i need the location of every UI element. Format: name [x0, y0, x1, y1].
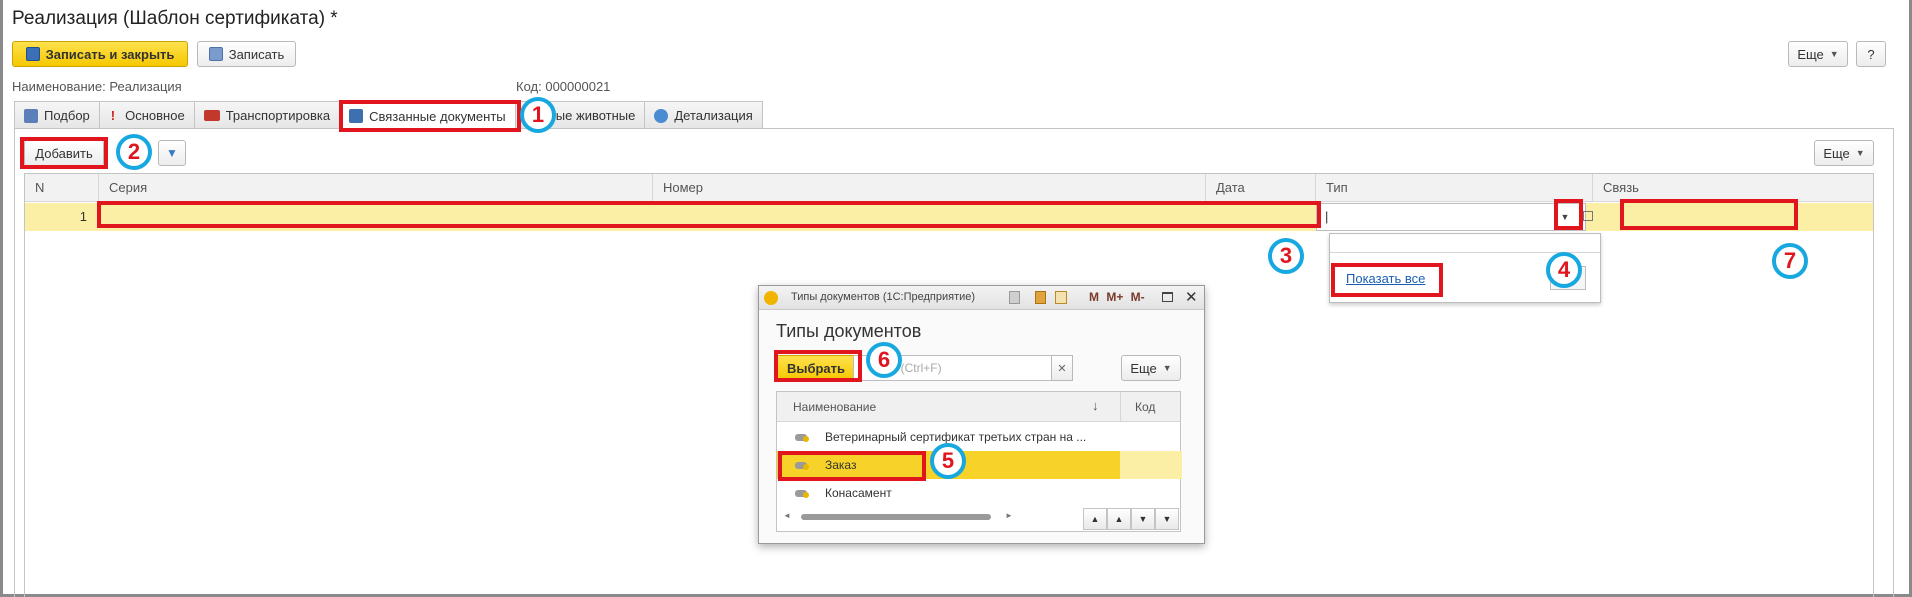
memory-buttons[interactable]: M M+ M-: [1089, 290, 1145, 304]
type-input[interactable]: | ▼: [1316, 203, 1593, 231]
callout-badge-6: 6: [866, 342, 902, 378]
column-header-number[interactable]: Номер: [653, 174, 1206, 202]
code-cell: [1120, 451, 1182, 479]
tab-transport[interactable]: Транспортировка: [193, 101, 341, 129]
row-number: 1: [79, 209, 87, 224]
catalog-item-icon: [795, 490, 809, 498]
name-field: Наименование: Реализация: [12, 79, 182, 94]
scroll-up-button[interactable]: ▲: [1107, 508, 1131, 530]
close-icon[interactable]: ✕: [1185, 288, 1198, 306]
list-item[interactable]: Ветеринарный сертификат третьих стран на…: [777, 423, 1180, 451]
panel-more-button[interactable]: Еще ▼: [1814, 140, 1874, 166]
sort-icon: ↓: [1092, 398, 1099, 413]
callout-badge-1: 1: [520, 97, 556, 133]
callout-badge-5: 5: [930, 443, 966, 479]
scroll-down-icon: ▼: [1138, 514, 1148, 524]
scroll-bottom-icon: ▼: [1162, 514, 1172, 524]
dialog-more-button[interactable]: Еще ▼: [1121, 355, 1181, 381]
save-and-close-button[interactable]: Записать и закрыть: [12, 41, 188, 67]
truck-icon: [203, 110, 220, 121]
clipboard-icon[interactable]: [1009, 291, 1020, 304]
app-1c-icon: [764, 291, 778, 305]
column-header-type[interactable]: Тип: [1316, 174, 1593, 202]
save-button[interactable]: Записать: [197, 41, 296, 67]
callout-badge-2: 2: [116, 134, 152, 170]
chevron-down-icon: ▼: [1829, 49, 1839, 59]
window-title: Реализация (Шаблон сертификата) *: [12, 8, 338, 29]
highlight-box-select-button: [774, 350, 862, 382]
table-header: N Серия Номер Дата Тип Связь: [25, 174, 1873, 202]
help-button[interactable]: ?: [1856, 41, 1886, 67]
picker-icon: [24, 108, 38, 123]
scroll-left-icon[interactable]: ◄: [783, 511, 791, 520]
column-header-code[interactable]: Код: [1135, 400, 1155, 414]
document-types-dialog: Типы документов (1С:Предприятие) M M+ M-…: [758, 285, 1205, 544]
column-header-name[interactable]: Наименование: [793, 400, 876, 414]
highlight-box-order-item: [778, 451, 926, 481]
list-header: Наименование ↓ Код: [777, 392, 1180, 422]
scroll-thumb[interactable]: [801, 514, 991, 520]
highlight-box-link-cell: [1620, 199, 1798, 230]
exclamation-icon: !: [110, 108, 116, 123]
tab-picker[interactable]: Подбор: [14, 101, 100, 129]
clear-search-button[interactable]: ✕: [1051, 355, 1073, 381]
tab-main[interactable]: ! Основное: [98, 101, 195, 129]
highlight-box-series-number-date: [97, 201, 1321, 228]
scroll-up-icon: ▲: [1114, 514, 1124, 524]
highlight-box-add-button: [20, 137, 108, 169]
gear-icon: [654, 108, 669, 123]
maximize-icon[interactable]: [1162, 292, 1173, 302]
column-header-n[interactable]: N: [25, 174, 99, 202]
list-item[interactable]: Конасамент: [777, 479, 1180, 507]
callout-badge-3: 3: [1268, 238, 1304, 274]
calendar-icon[interactable]: [1055, 291, 1067, 304]
save-icon: [208, 47, 223, 61]
column-header-date[interactable]: Дата: [1206, 174, 1316, 202]
open-link-icon[interactable]: [1583, 211, 1593, 221]
highlight-box-type-dropdown: [1554, 199, 1583, 230]
tab-details[interactable]: Детализация: [644, 101, 763, 129]
catalog-item-icon: [795, 434, 809, 442]
scroll-right-icon[interactable]: ►: [1005, 511, 1013, 520]
scroll-bottom-button[interactable]: ▼: [1155, 508, 1179, 530]
column-header-link[interactable]: Связь: [1593, 174, 1875, 202]
more-button[interactable]: Еще ▼: [1788, 41, 1848, 67]
dialog-heading: Типы документов: [776, 321, 922, 341]
column-divider: [1120, 392, 1121, 422]
callout-badge-7: 7: [1772, 243, 1808, 279]
horizontal-scrollbar[interactable]: ◄ ►: [783, 510, 1015, 524]
chevron-down-icon: ▼: [1162, 363, 1172, 373]
callout-badge-4: 4: [1546, 252, 1582, 288]
arrow-down-icon: ▼: [166, 146, 178, 160]
scroll-top-icon: ▲: [1090, 514, 1100, 524]
highlight-box-show-all: [1331, 263, 1443, 297]
move-down-button[interactable]: ▼: [158, 140, 186, 166]
clear-icon: ✕: [1057, 362, 1067, 375]
scroll-down-button[interactable]: ▼: [1131, 508, 1155, 530]
save-icon: [25, 47, 40, 61]
dialog-titlebar: Типы документов (1С:Предприятие) M M+ M-…: [759, 286, 1204, 310]
highlight-box-linked-tab: [339, 100, 521, 132]
chevron-down-icon: ▼: [1855, 148, 1865, 158]
code-field: Код: 000000021: [516, 79, 611, 94]
column-header-series[interactable]: Серия: [99, 174, 653, 202]
scroll-top-button[interactable]: ▲: [1083, 508, 1107, 530]
calculator-icon[interactable]: [1035, 291, 1046, 304]
